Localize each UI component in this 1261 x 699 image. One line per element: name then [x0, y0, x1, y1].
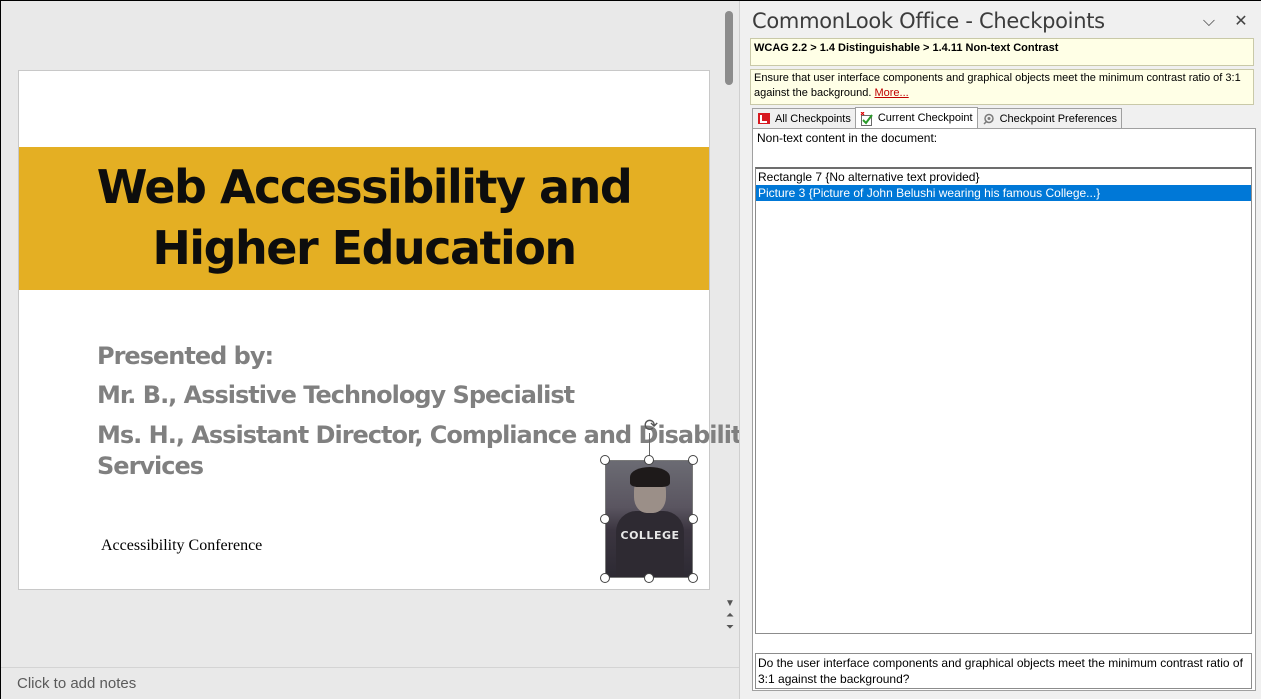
checkpoints-pane: CommonLook Office - Checkpoints ⌵ ✕ WCAG… [739, 1, 1261, 699]
resize-handle-sw[interactable] [600, 573, 610, 583]
presenters-line: Presented by: [97, 342, 274, 370]
list-item[interactable]: Rectangle 7 {No alternative text provide… [756, 169, 1251, 185]
list-item-selected[interactable]: Picture 3 {Picture of John Belushi weari… [756, 185, 1251, 201]
vertical-scrollbar-thumb[interactable] [725, 11, 733, 85]
description-text: Ensure that user interface components an… [754, 72, 1241, 99]
tab-label: Checkpoint Preferences [999, 112, 1118, 125]
next-slide-icon[interactable]: ⏷ [723, 622, 737, 634]
notes-divider[interactable] [1, 667, 739, 668]
non-text-content-list[interactable]: Rectangle 7 {No alternative text provide… [755, 167, 1252, 634]
resize-handle-e[interactable] [688, 514, 698, 524]
photo-hair [630, 467, 670, 487]
checkpoint-question: Do the user interface components and gra… [755, 653, 1252, 689]
resize-handle-w[interactable] [600, 514, 610, 524]
presenters-line: Mr. B., Assistive Technology Specialist [97, 381, 575, 409]
scroll-buttons: ▼ ⏶ ⏷ [723, 598, 737, 634]
notes-placeholder[interactable]: Click to add notes [17, 675, 136, 692]
belushi-photo: COLLEGE [606, 461, 692, 577]
tab-all-checkpoints[interactable]: All Checkpoints [752, 108, 856, 128]
slide-title-line-1: Web Accessibility and [96, 160, 633, 214]
tab-label: All Checkpoints [775, 112, 851, 125]
slide-title[interactable]: Web Accessibility and Higher Education [19, 157, 709, 279]
presenters-line: Ms. H., Assistant Director, Compliance a… [97, 421, 742, 449]
resize-handle-se[interactable] [688, 573, 698, 583]
scroll-down-icon[interactable]: ▼ [723, 598, 737, 610]
checkpoint-tabs: All Checkpoints Current Checkpoint Check… [752, 107, 1123, 128]
tab-current-checkpoint[interactable]: Current Checkpoint [854, 107, 978, 128]
conference-text[interactable]: Accessibility Conference [101, 537, 262, 555]
checkpoint-breadcrumb: WCAG 2.2 > 1.4 Distinguishable > 1.4.11 … [750, 38, 1254, 66]
slide-canvas[interactable]: Web Accessibility and Higher Education P… [18, 70, 742, 590]
pane-title: CommonLook Office - Checkpoints [752, 9, 1105, 33]
preferences-icon [982, 112, 996, 125]
resize-handle-n[interactable] [644, 455, 654, 465]
resize-handle-nw[interactable] [600, 455, 610, 465]
slide-title-line-2: Higher Education [152, 221, 577, 275]
current-checkpoint-panel: Non-text content in the document: Rectan… [752, 128, 1256, 691]
slide-editor: ▼ ⏶ ⏷ Web Accessibility and Higher Educa… [1, 1, 742, 699]
checkpoint-description: Ensure that user interface components an… [750, 69, 1254, 105]
photo-sweater [616, 511, 684, 577]
picture-3[interactable]: COLLEGE [605, 460, 693, 578]
tab-checkpoint-preferences[interactable]: Checkpoint Preferences [976, 108, 1123, 128]
photo-caption: COLLEGE [620, 529, 680, 542]
rotate-handle-icon[interactable]: ⟳ [641, 416, 661, 436]
resize-handle-s[interactable] [644, 573, 654, 583]
list-label: Non-text content in the document: [757, 131, 938, 145]
tab-label: Current Checkpoint [877, 112, 973, 124]
current-checkpoint-icon [860, 111, 874, 126]
more-link[interactable]: More... [874, 87, 908, 99]
all-checkpoints-icon [757, 112, 771, 125]
chevron-down-icon[interactable]: ⌵ [1199, 12, 1219, 32]
resize-handle-ne[interactable] [688, 455, 698, 465]
close-icon[interactable]: ✕ [1231, 12, 1251, 32]
previous-slide-icon[interactable]: ⏶ [723, 610, 737, 622]
